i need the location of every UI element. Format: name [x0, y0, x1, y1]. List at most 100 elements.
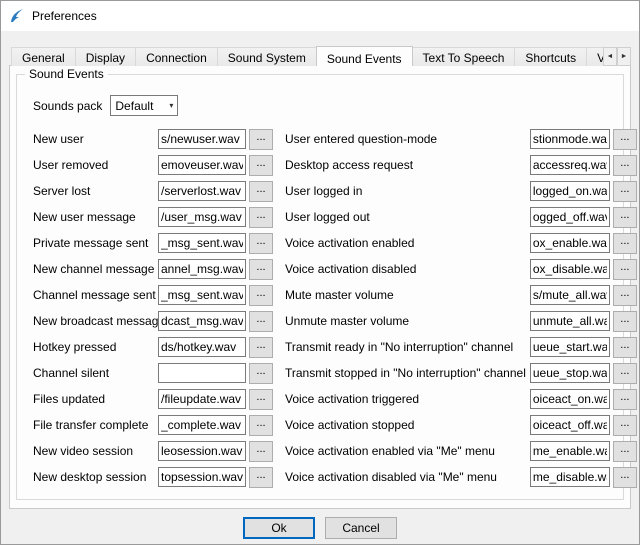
sound-file-input[interactable] — [530, 233, 610, 253]
sounds-pack-row: Sounds pack Default ▾ — [33, 95, 615, 116]
sound-event-label: Transmit stopped in "No interruption" ch… — [285, 366, 530, 380]
tab-text-to-speech[interactable]: Text To Speech — [412, 47, 516, 66]
app-icon — [9, 8, 25, 24]
sound-event-row: Voice activation disabled ... — [285, 256, 637, 282]
sound-file-input[interactable] — [530, 207, 610, 227]
browse-button[interactable]: ... — [613, 233, 637, 254]
sound-file-input[interactable] — [530, 285, 610, 305]
browse-button[interactable]: ... — [249, 181, 273, 202]
browse-button[interactable]: ... — [613, 311, 637, 332]
tab-label: General — [22, 51, 65, 65]
sound-event-row: Channel silent ... — [33, 360, 273, 386]
browse-button[interactable]: ... — [249, 441, 273, 462]
sound-file-input[interactable] — [530, 259, 610, 279]
tab-connection[interactable]: Connection — [135, 47, 218, 66]
sound-file-input[interactable] — [530, 441, 610, 461]
sound-file-input[interactable] — [530, 181, 610, 201]
sound-event-label: Transmit ready in "No interruption" chan… — [285, 340, 530, 354]
sound-event-row: Transmit stopped in "No interruption" ch… — [285, 360, 637, 386]
sound-file-input[interactable] — [158, 129, 246, 149]
sound-event-label: New user — [33, 132, 158, 146]
browse-button[interactable]: ... — [249, 363, 273, 384]
tab-shortcuts[interactable]: Shortcuts — [514, 47, 587, 66]
sound-file-input[interactable] — [158, 233, 246, 253]
browse-button[interactable]: ... — [249, 415, 273, 436]
sound-file-input[interactable] — [530, 155, 610, 175]
sound-file-input[interactable] — [158, 363, 246, 383]
sound-event-label: Private message sent — [33, 236, 158, 250]
browse-button[interactable]: ... — [249, 285, 273, 306]
sound-file-input[interactable] — [530, 129, 610, 149]
browse-button[interactable]: ... — [249, 155, 273, 176]
tab-label: Sound System — [228, 51, 306, 65]
sound-event-label: Desktop access request — [285, 158, 530, 172]
tab-sound-system[interactable]: Sound System — [217, 47, 317, 66]
sound-file-input[interactable] — [530, 311, 610, 331]
sound-event-row: New broadcast message ... — [33, 308, 273, 334]
sound-file-input[interactable] — [158, 441, 246, 461]
browse-button[interactable]: ... — [249, 389, 273, 410]
browse-button[interactable]: ... — [249, 467, 273, 488]
sounds-pack-select[interactable]: Default ▾ — [110, 95, 178, 116]
browse-button[interactable]: ... — [613, 337, 637, 358]
sound-event-label: User logged in — [285, 184, 530, 198]
sound-file-input[interactable] — [158, 467, 246, 487]
browse-button[interactable]: ... — [613, 129, 637, 150]
browse-button[interactable]: ... — [249, 233, 273, 254]
tab-general[interactable]: General — [11, 47, 76, 66]
sound-file-input[interactable] — [158, 181, 246, 201]
browse-button[interactable]: ... — [613, 155, 637, 176]
ok-button[interactable]: Ok — [243, 517, 315, 539]
browse-button[interactable]: ... — [613, 285, 637, 306]
sound-event-label: New broadcast message — [33, 314, 158, 328]
sound-event-label: Hotkey pressed — [33, 340, 158, 354]
sound-file-input[interactable] — [158, 415, 246, 435]
left-column: New user ... User removed ... Server los… — [33, 126, 273, 490]
sound-file-input[interactable] — [530, 415, 610, 435]
browse-button[interactable]: ... — [613, 181, 637, 202]
sound-event-row: User logged in ... — [285, 178, 637, 204]
browse-button[interactable]: ... — [249, 207, 273, 228]
tab-label: Connection — [146, 51, 207, 65]
browse-button[interactable]: ... — [613, 441, 637, 462]
browse-button[interactable]: ... — [613, 363, 637, 384]
browse-button[interactable]: ... — [613, 207, 637, 228]
tab-scroll-control: ◄ ► — [603, 47, 631, 66]
sound-file-input[interactable] — [158, 285, 246, 305]
sound-event-row: Channel message sent ... — [33, 282, 273, 308]
tab-sound-events[interactable]: Sound Events — [316, 46, 413, 66]
sound-event-label: User removed — [33, 158, 158, 172]
sound-event-label: Unmute master volume — [285, 314, 530, 328]
sound-event-row: Files updated ... — [33, 386, 273, 412]
sound-file-input[interactable] — [158, 259, 246, 279]
sound-event-row: Voice activation enabled via "Me" menu .… — [285, 438, 637, 464]
sound-event-row: Hotkey pressed ... — [33, 334, 273, 360]
tab-scroll-right-button[interactable]: ► — [617, 47, 631, 66]
cancel-button[interactable]: Cancel — [325, 517, 397, 539]
sound-file-input[interactable] — [158, 207, 246, 227]
sound-file-input[interactable] — [158, 389, 246, 409]
sound-file-input[interactable] — [530, 389, 610, 409]
sound-file-input[interactable] — [158, 155, 246, 175]
sound-event-label: User logged out — [285, 210, 530, 224]
browse-button[interactable]: ... — [249, 337, 273, 358]
tab-display[interactable]: Display — [75, 47, 136, 66]
sound-file-input[interactable] — [530, 337, 610, 357]
dialog-footer: Ok Cancel — [9, 509, 631, 545]
sound-file-input[interactable] — [530, 467, 610, 487]
browse-button[interactable]: ... — [249, 259, 273, 280]
browse-button[interactable]: ... — [613, 389, 637, 410]
browse-button[interactable]: ... — [613, 259, 637, 280]
sound-event-label: Files updated — [33, 392, 158, 406]
browse-button[interactable]: ... — [613, 467, 637, 488]
sound-file-input[interactable] — [158, 337, 246, 357]
sound-file-input[interactable] — [158, 311, 246, 331]
browse-button[interactable]: ... — [613, 415, 637, 436]
sound-event-label: Voice activation enabled via "Me" menu — [285, 444, 530, 458]
sound-file-input[interactable] — [530, 363, 610, 383]
sound-event-label: Channel message sent — [33, 288, 158, 302]
sound-event-row: Voice activation triggered ... — [285, 386, 637, 412]
browse-button[interactable]: ... — [249, 129, 273, 150]
tab-scroll-left-button[interactable]: ◄ — [603, 47, 617, 66]
browse-button[interactable]: ... — [249, 311, 273, 332]
